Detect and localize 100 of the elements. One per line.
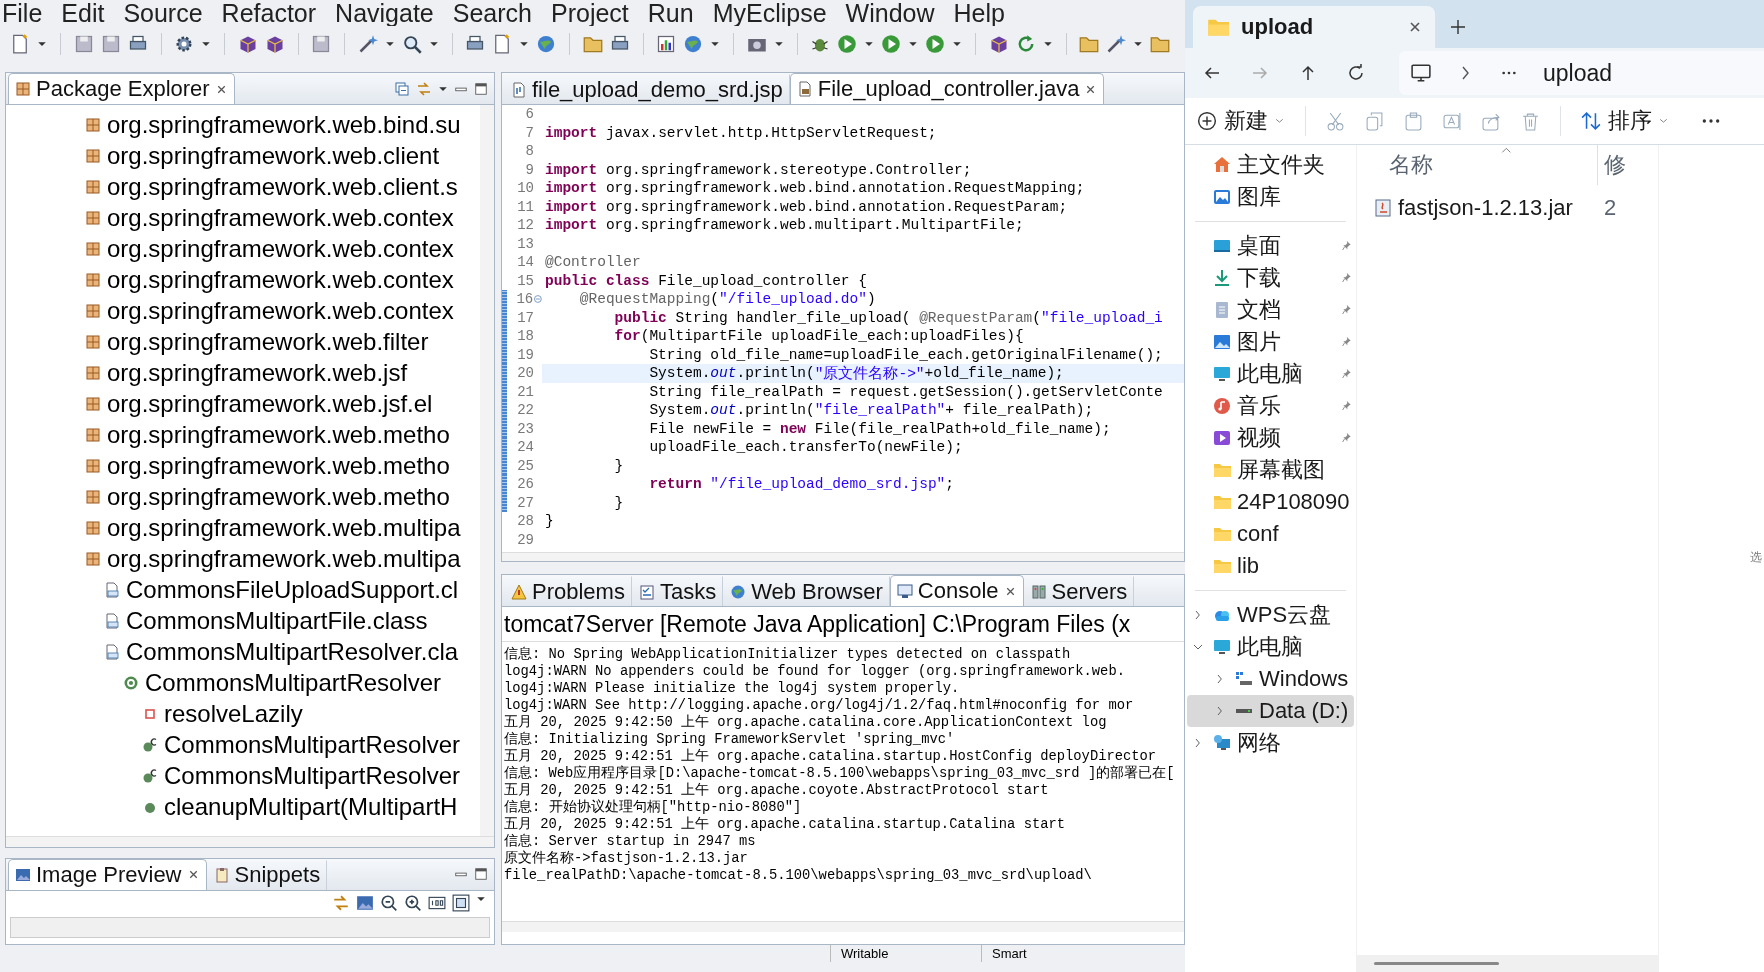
nav-item[interactable]: 视频: [1187, 422, 1354, 454]
code-line: @Controller: [544, 253, 642, 272]
code-line: import org.springframework.web.bind.annotation.RequestMapping;: [544, 179, 1086, 198]
tree-item[interactable]: org.springframework.web.client.s: [6, 171, 480, 202]
nav-item[interactable]: 此电脑: [1187, 631, 1354, 663]
line-number: 9: [524, 161, 534, 178]
line-number: 14: [516, 254, 534, 271]
nav-item[interactable]: 下载: [1187, 262, 1354, 294]
tree-item[interactable]: org.springframework.web.filter: [6, 326, 480, 357]
code-line: import javax.servlet.http.HttpServletRequest;: [544, 123, 938, 142]
console-line: 五月 20, 2025 9:42:51 上午 org.apache.catalina.startup.HostConfig deployDirector: [504, 748, 1158, 765]
file-name[interactable]: fastjson-1.2.13.jar: [1398, 195, 1573, 221]
tree-item[interactable]: CommonsMultipartResolver: [6, 760, 480, 791]
tree-item[interactable]: org.springframework.web.contex: [6, 295, 480, 326]
console-line: 原文件名称->fastjson-1.2.13.jar: [504, 850, 749, 868]
tree-item[interactable]: cleanupMultipart(MultipartH: [6, 791, 480, 822]
tree-item[interactable]: org.springframework.web.contex: [6, 264, 480, 295]
tree-item[interactable]: CommonsMultipartResolver.cla: [6, 636, 480, 667]
line-number: 25: [516, 457, 534, 474]
console-line: 五月 20, 2025 9:42:51 上午 org.apache.catalina.startup.Catalina start: [504, 816, 1067, 833]
nav-item[interactable]: 音乐: [1187, 390, 1354, 422]
nav-item[interactable]: 图片: [1187, 326, 1354, 358]
line-number: 23: [516, 420, 534, 437]
console-line: 信息: No Spring WebApplicationInitializer types detected on classpath: [504, 646, 1072, 664]
breadcrumb[interactable]: upload: [1543, 59, 1613, 87]
nav-item[interactable]: 网络: [1187, 727, 1354, 759]
tree-item[interactable]: org.springframework.web.client: [6, 140, 480, 171]
code-line: }: [544, 512, 555, 531]
tree-item[interactable]: org.springframework.web.jsf.el: [6, 388, 480, 419]
menu-item[interactable]: File: [2, 0, 62, 26]
console-line: log4j:WARN Please initialize the log4j system properly.: [504, 680, 961, 698]
tab[interactable]: Package Explorer: [8, 73, 235, 104]
nav-item[interactable]: conf: [1187, 518, 1354, 550]
tab[interactable]: upload: [1193, 6, 1435, 48]
line-number: 15: [516, 272, 534, 289]
tree-item[interactable]: CommonsMultipartFile.class: [6, 605, 480, 636]
line-number: 20: [516, 365, 534, 382]
menu-item[interactable]: Source: [123, 0, 222, 26]
tab[interactable]: Console: [889, 575, 1024, 607]
code-line: import org.springframework.stereotype.Controller;: [544, 160, 973, 179]
menu-item[interactable]: Window: [845, 0, 954, 26]
nav-item[interactable]: lib: [1187, 550, 1354, 582]
menu-item[interactable]: Refactor: [221, 0, 336, 26]
code-line: for(MultipartFile uploadFile_each:uploadFiles){: [613, 327, 1025, 346]
status-text: Smart: [981, 945, 1132, 962]
code-line: File newFile = new File(file_realPath+old_file_name);: [648, 419, 1112, 438]
tab[interactable]: Image Preview: [8, 859, 207, 890]
address-bar[interactable]: upload: [1399, 51, 1764, 95]
console-line: 信息: 开始协议处理句柄["http-nio-8080"]: [504, 799, 803, 816]
command-button[interactable]: 新建: [1197, 106, 1285, 136]
line-number: 16: [515, 291, 534, 308]
tree-item[interactable]: CommonsFileUploadSupport.cl: [6, 574, 480, 605]
code-line: import org.springframework.web.multipart.MultipartFile;: [544, 216, 1025, 235]
line-number: 28: [516, 513, 534, 530]
code-line: }: [613, 456, 625, 475]
tree-item[interactable]: CommonsMultipartResolver: [6, 667, 480, 698]
line-number: 12: [516, 217, 534, 234]
tree-item[interactable]: org.springframework.web.multipa: [6, 512, 480, 543]
code-line: }: [613, 493, 625, 512]
tree-item[interactable]: org.springframework.web.multipa: [6, 543, 480, 574]
menu-item[interactable]: Search: [452, 0, 551, 26]
menu-item[interactable]: Run: [647, 0, 713, 26]
nav-item[interactable]: 图库: [1187, 181, 1354, 213]
nav-item[interactable]: 此电脑: [1187, 358, 1354, 390]
line-number: 11: [516, 198, 534, 215]
line-number: 17: [516, 309, 534, 326]
nav-item[interactable]: 屏幕截图: [1187, 454, 1354, 486]
tree-item[interactable]: org.springframework.web.metho: [6, 481, 480, 512]
code-line: public class File_upload_controller {: [544, 271, 868, 290]
status-text: Writable: [830, 945, 981, 962]
nav-item[interactable]: Windows: [1187, 663, 1354, 695]
line-number: 29: [516, 531, 534, 548]
tree-item[interactable]: org.springframework.web.contex: [6, 202, 480, 233]
line-number: 21: [516, 383, 534, 400]
tree-item[interactable]: org.springframework.web.bind.su: [6, 109, 480, 140]
console-line: 五月 20, 2025 9:42:50 上午 org.apache.catalina.core.ApplicationContext log: [504, 714, 1108, 731]
tab[interactable]: File_upload_controller.java: [789, 73, 1105, 104]
nav-item[interactable]: 24P108090: [1187, 486, 1354, 518]
tree-item[interactable]: org.springframework.web.metho: [6, 419, 480, 450]
column-header[interactable]: 修: [1597, 145, 1626, 185]
nav-item[interactable]: 桌面: [1187, 230, 1354, 262]
nav-item[interactable]: 文档: [1187, 294, 1354, 326]
tree-item[interactable]: resolveLazily: [6, 698, 480, 729]
nav-item[interactable]: Data (D:): [1187, 695, 1354, 727]
command-button[interactable]: 排序: [1581, 106, 1669, 136]
tree-item[interactable]: org.springframework.web.metho: [6, 450, 480, 481]
menu-item[interactable]: Edit: [61, 0, 124, 26]
column-header[interactable]: 名称: [1357, 150, 1597, 180]
console-line: log4j:WARN No appenders could be found for logger (org.springframework.web.: [504, 663, 1126, 681]
line-number: 19: [516, 346, 534, 363]
nav-item[interactable]: 主文件夹: [1187, 149, 1354, 181]
details-hint: 选: [1750, 549, 1762, 566]
tree-item[interactable]: org.springframework.web.jsf: [6, 357, 480, 388]
nav-item[interactable]: WPS云盘: [1187, 599, 1354, 631]
console-line: file_realPathD:\apache-tomcat-8.5.100\webapps\spring_03_mvc_srd\upload\: [504, 867, 1093, 885]
code-line: uploadFile_each.transferTo(newFile);: [648, 438, 964, 457]
tree-item[interactable]: org.springframework.web.contex: [6, 233, 480, 264]
line-number: 7: [524, 124, 534, 141]
tree-item[interactable]: CommonsMultipartResolver: [6, 729, 480, 760]
line-number: 8: [524, 143, 534, 160]
